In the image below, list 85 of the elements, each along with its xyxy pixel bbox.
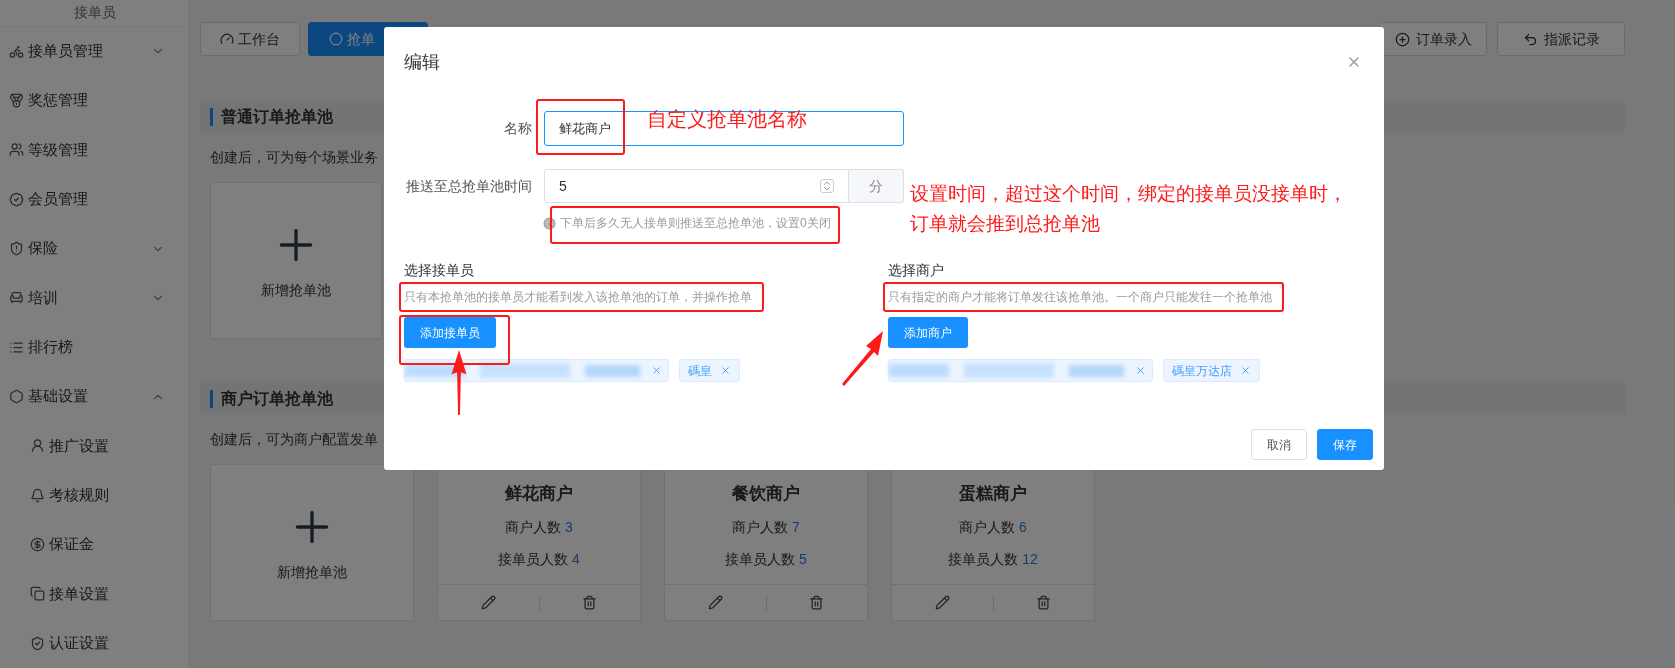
close-icon[interactable] (1135, 365, 1146, 376)
stat-label: 商户人数 (732, 517, 789, 537)
sidebar-subitem[interactable]: 推广设置 (0, 421, 189, 471)
stat-label: 商户人数 (959, 517, 1016, 537)
tag: 碼皇 (679, 359, 740, 382)
sidebar-item[interactable]: 等级管理 (0, 125, 189, 175)
stat-value: 3 (565, 517, 573, 537)
add-button[interactable]: 添加接单员 (404, 317, 496, 348)
save-button[interactable]: 保存 (1317, 429, 1373, 460)
section-title: 商户订单抢单池 (221, 389, 333, 409)
list-icon (9, 339, 24, 355)
stat-label: 商户人数 (505, 517, 562, 537)
stat-value: 12 (1022, 549, 1038, 569)
circle-icon (329, 32, 343, 46)
sidebar-item[interactable]: 接单员管理 (0, 26, 189, 76)
medal-icon (9, 93, 24, 109)
stat-value: 4 (572, 549, 580, 569)
field-title: 选择商户 (888, 261, 945, 280)
plus-circle-icon (1394, 31, 1410, 47)
sidebar-item[interactable]: 保险 (0, 223, 189, 274)
undo-icon (1522, 31, 1538, 47)
field-description: 只有指定的商户才能将订单发往该抢单池。一个商户只能发往一个抢单池 (888, 289, 1272, 306)
delete-icon[interactable] (1036, 595, 1052, 610)
copy-icon (30, 586, 45, 602)
field-description: 只有本抢单池的接单员才能看到发入该抢单池的订单，并操作抢单 (404, 289, 752, 306)
field-title: 选择接单员 (404, 261, 475, 280)
bell-icon (30, 487, 45, 503)
shield-icon (9, 241, 24, 257)
sidebar-item[interactable]: 排行榜 (0, 322, 189, 372)
annotation-note: 设置时间，超过这个时间，绑定的接单员没接单时， 订单就会推到总抢单池 (910, 182, 1347, 236)
sidebar-subitem[interactable]: 考核规则 (0, 470, 189, 520)
hexagon-icon (9, 389, 24, 405)
pool-name: 餐饮商户 (732, 483, 800, 505)
section-title: 普通订单抢单池 (221, 107, 333, 127)
stat-value: 7 (792, 517, 800, 537)
annotation-arrow (450, 350, 468, 415)
section-description: 创建后，可为每个场景业务 (210, 148, 378, 167)
edit-icon[interactable] (934, 595, 950, 610)
add-button[interactable]: 添加商户 (888, 317, 968, 348)
delete-icon[interactable] (582, 595, 598, 610)
sidebar-title: 接单员 (73, 3, 116, 23)
stepper-icon[interactable] (820, 179, 834, 193)
bike-icon (9, 43, 24, 59)
sidebar-item[interactable]: 基础设置 (0, 371, 189, 422)
badge-icon (9, 191, 24, 207)
people-icon (9, 142, 24, 158)
sidebar-subitem[interactable]: 接单设置 (0, 569, 189, 619)
field-hint: 下单后多久无人接单则推送至总抢单池，设置0关闭 (560, 215, 831, 232)
stat-value: 6 (1019, 517, 1027, 537)
sidebar-subitem[interactable]: 保证金 (0, 519, 189, 570)
section-description: 创建后，可为商户配置发单 (210, 430, 378, 449)
delete-icon[interactable] (809, 595, 825, 610)
time-input[interactable]: 5 (544, 169, 849, 203)
sidebar-item[interactable]: 会员管理 (0, 174, 189, 224)
field-label: 名称 (503, 119, 532, 138)
unit-addon: 分 (849, 169, 904, 203)
coin-icon (30, 537, 45, 553)
toolbar-button[interactable]: 订单录入 (1379, 22, 1487, 56)
toolbar-button[interactable]: 指派记录 (1497, 22, 1625, 56)
add-pool-card[interactable]: 新增抢单池 (210, 182, 382, 339)
sidebar-subitem[interactable]: 认证设置 (0, 618, 189, 668)
pool-name: 鲜花商户 (505, 483, 573, 505)
stat-label: 接单员人数 (498, 549, 569, 569)
sidebar-item[interactable]: 奖惩管理 (0, 76, 189, 126)
annotation-arrow (842, 331, 884, 386)
shield-icon (30, 635, 45, 651)
gauge-icon (220, 32, 234, 46)
person-icon (30, 438, 45, 454)
edit-icon[interactable] (480, 595, 496, 610)
edit-icon[interactable] (707, 595, 723, 610)
pool-name: 蛋糕商户 (959, 483, 1027, 505)
armchair-icon (9, 290, 24, 306)
add-pool-card[interactable]: 新增抢单池 (210, 464, 414, 621)
close-icon[interactable] (720, 365, 731, 376)
stat-value: 5 (799, 549, 807, 569)
info-icon (543, 216, 556, 230)
top-tab[interactable]: 工作台 (200, 22, 300, 56)
close-icon[interactable] (1240, 365, 1251, 376)
field-label: 推送至总抢单池时间 (405, 176, 532, 196)
tag: 碼皇万达店 (1163, 359, 1260, 382)
sidebar-item[interactable]: 培训 (0, 273, 189, 323)
stat-label: 接单员人数 (948, 549, 1019, 569)
stat-label: 接单员人数 (725, 549, 796, 569)
cancel-button[interactable]: 取消 (1251, 429, 1307, 460)
close-icon[interactable] (651, 365, 662, 376)
